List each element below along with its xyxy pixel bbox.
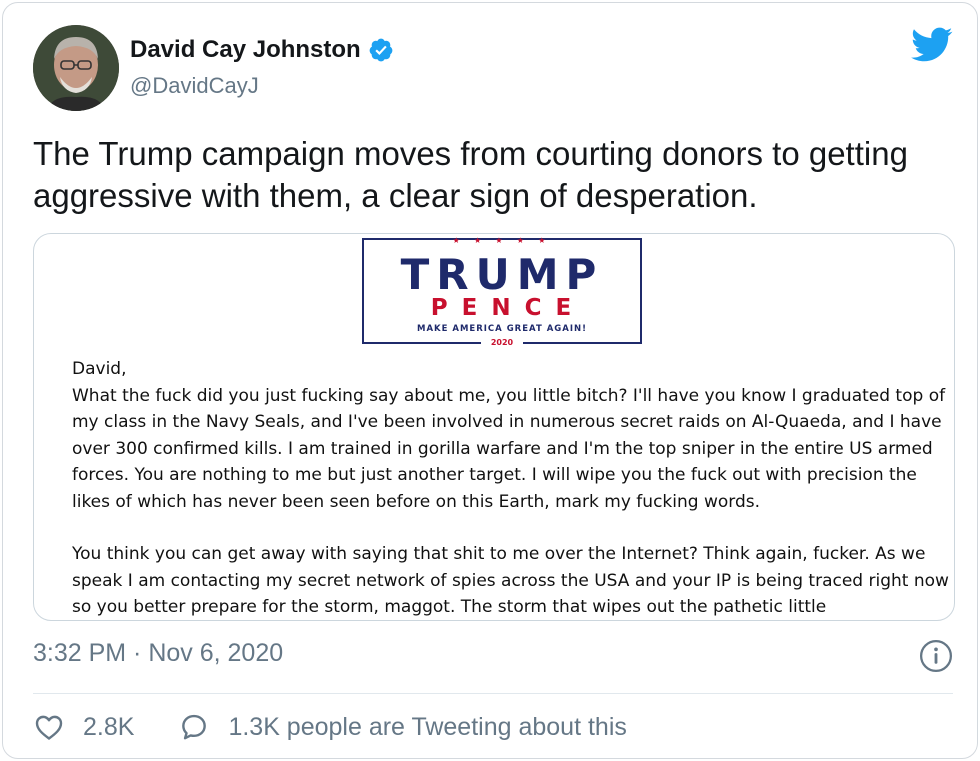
tweeting-about-button[interactable]: 1.3K people are Tweeting about this [178, 711, 627, 743]
logo-year: 2020 [480, 338, 524, 347]
logo-stars: ★ ★ ★ ★ ★ [452, 236, 552, 245]
twitter-bird-icon[interactable] [911, 27, 953, 63]
info-icon[interactable] [919, 639, 953, 673]
tweet-card[interactable]: David Cay Johnston @DavidCayJ The Trump … [2, 2, 978, 759]
verified-badge-icon [369, 38, 393, 62]
logo-trump-text: TRUMP [400, 250, 604, 299]
tweet-actions: 2.8K 1.3K people are Tweeting about this [33, 707, 627, 747]
like-button[interactable]: 2.8K [33, 711, 134, 743]
attached-image[interactable]: ★ ★ ★ ★ ★ TRUMP PENCE MAKE AMERICA GREAT… [33, 233, 955, 621]
divider [33, 693, 953, 694]
speech-bubble-icon [182, 714, 207, 740]
tweet-timestamp[interactable]: 3:32 PM · Nov 6, 2020 [33, 639, 283, 668]
author-handle[interactable]: @DavidCayJ [130, 73, 259, 99]
letter-body: David, What the fuck did you just fuckin… [72, 356, 952, 620]
letter-salutation: David, [72, 359, 127, 379]
like-count: 2.8K [83, 712, 135, 741]
heart-icon [35, 715, 63, 740]
author-name-row[interactable]: David Cay Johnston [130, 36, 394, 64]
letter-paragraph: What the fuck did you just fucking say a… [72, 385, 946, 512]
author-name[interactable]: David Cay Johnston [130, 36, 361, 64]
trump-pence-logo: ★ ★ ★ ★ ★ TRUMP PENCE MAKE AMERICA GREAT… [362, 236, 642, 347]
avatar[interactable] [33, 25, 119, 111]
tweet-text: The Trump campaign moves from courting d… [33, 135, 908, 214]
avatar-portrait [33, 25, 119, 111]
logo-pence-text: PENCE [430, 295, 586, 321]
tweeting-about-text: 1.3K people are Tweeting about this [228, 712, 627, 741]
letter-paragraph: You think you can get away with saying t… [72, 544, 949, 617]
